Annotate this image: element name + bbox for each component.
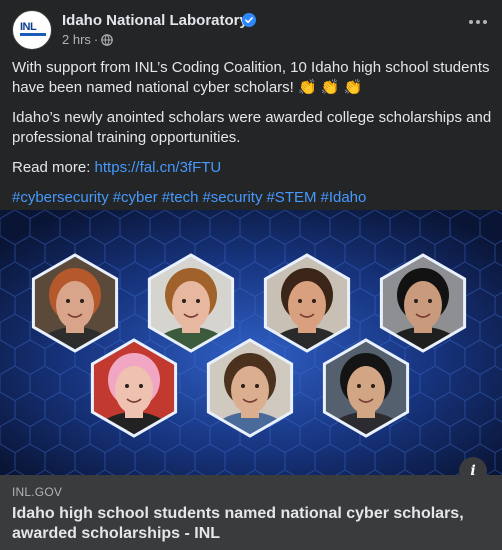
facebook-post: INL Idaho National Laboratory 2 hrs · Wi… — [0, 0, 502, 550]
post-meta: 2 hrs · — [62, 32, 114, 47]
preview-domain: INL.GOV — [12, 485, 63, 499]
post-header: INL Idaho National Laboratory 2 hrs · — [12, 10, 490, 50]
globe-icon — [101, 33, 114, 46]
post-paragraph-2: Idaho’s newly anointed scholars were awa… — [12, 109, 492, 146]
hashtag-cyber[interactable]: #cyber — [113, 189, 158, 206]
read-more-link[interactable]: https://fal.cn/3fFTU — [95, 159, 222, 176]
verified-badge-icon — [242, 13, 256, 27]
scholar-portraits — [31, 253, 467, 438]
hashtag-stem[interactable]: #STEM — [266, 189, 316, 206]
post-timestamp[interactable]: 2 hrs — [62, 32, 91, 47]
post-image[interactable] — [0, 210, 502, 475]
inl-logo-icon: INL — [20, 20, 46, 40]
post-text: With support from INL’s Coding Coalition… — [12, 58, 494, 218]
read-more-label: Read more: — [12, 159, 95, 176]
avatar-logo-text: INL — [20, 21, 37, 33]
meta-separator: · — [93, 32, 99, 47]
read-more-line: Read more: https://fal.cn/3fFTU — [12, 158, 494, 178]
hashtag-cybersecurity[interactable]: #cybersecurity — [12, 189, 109, 206]
hashtags: #cybersecurity #cyber #tech #security #STEM #… — [12, 188, 494, 208]
post-paragraph-1: With support from INL’s Coding Coalition… — [12, 59, 490, 96]
page-avatar[interactable]: INL — [12, 10, 52, 50]
hashtag-tech[interactable]: #tech — [162, 189, 199, 206]
hashtag-idaho[interactable]: #Idaho — [320, 189, 366, 206]
hashtag-security[interactable]: #security — [202, 189, 262, 206]
preview-title[interactable]: Idaho high school students named nationa… — [12, 504, 496, 544]
more-options-icon[interactable] — [466, 14, 490, 30]
page-name[interactable]: Idaho National Laboratory — [62, 12, 248, 29]
link-preview[interactable]: INL.GOV Idaho high school students named… — [0, 475, 502, 550]
